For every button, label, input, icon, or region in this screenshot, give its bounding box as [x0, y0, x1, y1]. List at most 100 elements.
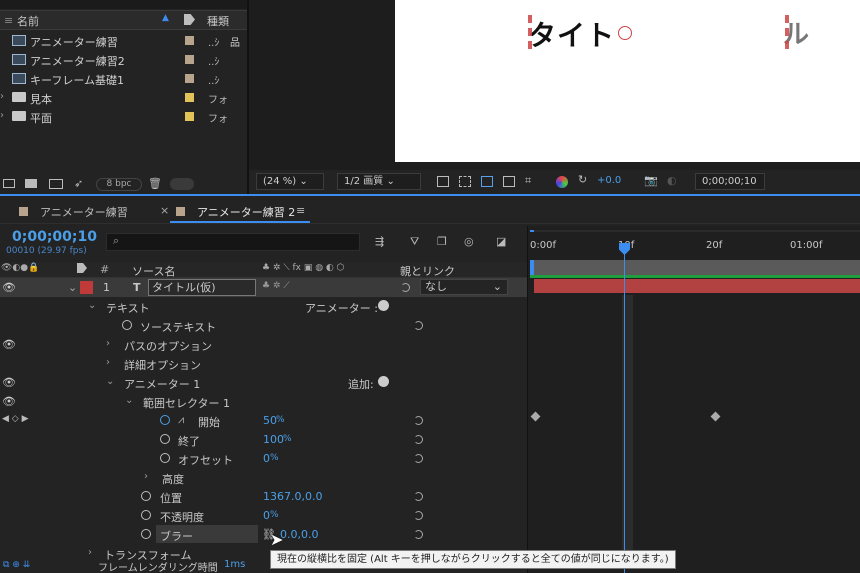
tab-animator-practice[interactable]: アニメーター練習 — [40, 204, 128, 220]
label-color-swatch[interactable] — [185, 93, 194, 102]
end-value[interactable]: 100 — [263, 433, 284, 446]
label-column-icon[interactable] — [77, 263, 87, 273]
status-icons[interactable]: ⧉ ⊕ ⇊ — [3, 560, 30, 570]
close-tab-icon[interactable]: × — [160, 204, 169, 217]
pick-whip-icon[interactable] — [414, 454, 423, 463]
project-item[interactable]: アニメーター練習 ..ｼ 品 — [0, 31, 247, 50]
flow-toggle[interactable] — [170, 178, 194, 190]
parent-dropdown[interactable]: なし ⌄ — [420, 279, 508, 295]
exposure-value[interactable]: +0.0 — [597, 175, 621, 186]
source-name-header[interactable]: ソース名 — [132, 263, 175, 279]
interpret-footage-icon[interactable] — [3, 179, 15, 188]
color-channels-icon[interactable] — [556, 176, 568, 188]
trash-icon[interactable]: 🗑 — [148, 177, 162, 190]
project-item[interactable]: アニメーター練習2 ..ｼ — [0, 50, 247, 69]
opacity-value[interactable]: 0 — [263, 509, 270, 522]
visibility-eye-icon[interactable]: 👁 — [2, 338, 16, 351]
snapshot-camera-icon[interactable]: 📷 — [644, 174, 658, 187]
chevron-right-icon[interactable]: › — [106, 338, 110, 349]
stopwatch-icon[interactable] — [141, 510, 151, 520]
stopwatch-icon[interactable] — [122, 320, 132, 330]
canvas-title-text[interactable]: タイト — [528, 14, 615, 54]
sort-up-icon[interactable]: ▲ — [162, 13, 169, 23]
stopwatch-icon[interactable] — [141, 491, 151, 501]
project-item[interactable]: › 平面 フォ — [0, 107, 247, 126]
blur-value[interactable]: 0.0,0.0 — [280, 528, 318, 541]
opacity-row[interactable]: 不透明度 0 % — [0, 506, 528, 525]
stopwatch-icon[interactable] — [160, 453, 170, 463]
col-name-header[interactable]: 名前 — [17, 13, 39, 29]
offset-row[interactable]: オフセット 0 % — [0, 449, 528, 468]
show-snapshot-icon[interactable]: ◐ — [667, 174, 677, 187]
draft-3d-icon[interactable]: ⛛ — [410, 235, 419, 249]
new-composition-icon[interactable] — [49, 179, 63, 189]
project-item[interactable]: キーフレーム基礎1 ..ｼ — [0, 69, 247, 88]
offset-value[interactable]: 0 — [263, 452, 270, 465]
tab-animator-practice-2[interactable]: アニメーター練習 2 — [197, 204, 295, 220]
label-tag-icon[interactable] — [184, 14, 195, 25]
layer-search-input[interactable]: ⌕ — [106, 233, 360, 251]
time-ruler[interactable]: 0:00f 10f 20f 01:00f — [528, 232, 860, 258]
label-color-swatch[interactable] — [185, 74, 194, 83]
label-color-swatch[interactable] — [185, 36, 194, 45]
add-play-icon[interactable] — [378, 376, 389, 387]
chevron-down-icon[interactable]: ⌄ — [106, 376, 114, 387]
transparency-grid-icon[interactable] — [459, 176, 471, 187]
current-time-indicator-line[interactable] — [624, 244, 625, 573]
tab-menu-icon[interactable]: ≡ — [296, 204, 305, 217]
bit-depth-button[interactable]: 8 bpc — [96, 178, 142, 191]
pick-whip-icon[interactable] — [414, 435, 423, 444]
layer-row[interactable]: 👁 ⌄ 1 T タイトル(仮) ♣ ✲ ⟋ なし ⌄ — [0, 278, 528, 297]
switches-header-icons[interactable]: ♣ ✲ ⟍ fx ▣ ◍ ◐ ⬡ — [262, 263, 345, 273]
advanced-row[interactable]: › 高度 — [0, 468, 528, 487]
label-color-swatch[interactable] — [185, 112, 194, 121]
chevron-right-icon[interactable]: › — [0, 110, 4, 121]
animator-play-icon[interactable] — [378, 300, 389, 311]
work-area-bar[interactable] — [530, 260, 860, 275]
mask-visibility-icon[interactable] — [481, 176, 493, 187]
visibility-eye-icon[interactable]: 👁 — [2, 281, 16, 294]
keyframe-navigator-icon[interactable]: ◀ ◇ ▶ — [2, 414, 29, 424]
visibility-eye-icon[interactable]: 👁 — [2, 376, 16, 389]
project-item[interactable]: › 見本 フォ — [0, 88, 247, 107]
motion-blur-icon[interactable]: ◎ — [464, 235, 474, 248]
pick-whip-icon[interactable] — [414, 511, 423, 520]
graph-icon[interactable]: ⩘ — [178, 413, 184, 427]
comp-mini-flowchart-icon[interactable]: ⇶ — [375, 235, 384, 248]
stopwatch-active-icon[interactable] — [160, 415, 170, 425]
chevron-down-icon[interactable]: ⌄ — [88, 300, 96, 311]
frame-blending-icon[interactable]: ❐ — [437, 235, 447, 248]
anchor-point-icon[interactable] — [618, 26, 632, 40]
grid-guides-icon[interactable]: ⌗ — [525, 174, 531, 188]
parent-link-header[interactable]: 親とリンク — [400, 263, 455, 279]
av-switches-icon[interactable]: 👁◐●🔒 — [1, 263, 39, 273]
path-options-row[interactable]: 👁 › パスのオプション — [0, 335, 528, 354]
layer-duration-bar[interactable] — [534, 279, 860, 293]
work-area-start[interactable] — [530, 260, 534, 275]
chevron-right-icon[interactable]: › — [106, 357, 110, 368]
chevron-down-icon[interactable]: ⌄ — [125, 395, 133, 406]
pick-whip-icon[interactable] — [414, 530, 423, 539]
stopwatch-icon[interactable] — [160, 434, 170, 444]
graph-editor-icon[interactable]: ◪ — [496, 235, 506, 248]
end-row[interactable]: 終了 100 % — [0, 430, 528, 449]
stopwatch-icon[interactable] — [141, 529, 151, 539]
reset-exposure-icon[interactable]: ↻ — [578, 173, 587, 186]
render-rocket-icon[interactable]: ➶ — [74, 177, 83, 190]
chevron-right-icon[interactable]: › — [88, 547, 92, 558]
zoom-dropdown[interactable]: (24 %) ⌄ — [256, 173, 324, 190]
animator-1-row[interactable]: 👁 ⌄ アニメーター 1 追加: — [0, 373, 528, 392]
fast-preview-icon[interactable] — [437, 176, 449, 187]
col-type-header[interactable]: 種類 — [207, 13, 229, 29]
range-selector-row[interactable]: 👁 ⌄ 範囲セレクター 1 — [0, 392, 528, 411]
new-folder-icon[interactable] — [25, 179, 37, 188]
composition-canvas[interactable]: タイト ル — [395, 0, 860, 162]
more-options-row[interactable]: › 詳細オプション — [0, 354, 528, 373]
layer-switches[interactable]: ♣ ✲ ⟋ — [262, 281, 290, 291]
current-time[interactable]: 0;00;00;10 — [12, 229, 97, 245]
pick-whip-icon[interactable] — [414, 416, 423, 425]
pick-whip-icon[interactable] — [401, 283, 410, 292]
viewer-timecode[interactable]: 0;00;00;10 — [695, 173, 765, 190]
layer-name-field[interactable]: タイトル(仮) — [148, 279, 256, 296]
chevron-right-icon[interactable]: › — [144, 471, 148, 482]
